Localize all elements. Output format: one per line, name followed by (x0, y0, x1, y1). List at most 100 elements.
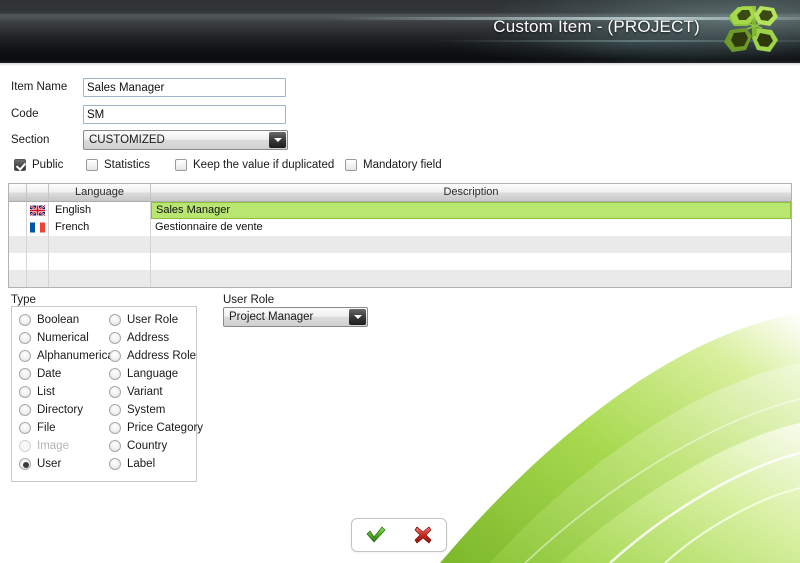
checkbox-mandatory-box[interactable] (345, 159, 357, 171)
radio-list-dot[interactable] (19, 386, 31, 398)
radio-address-role-dot[interactable] (109, 350, 121, 362)
user-role-dropdown[interactable]: Project Manager (223, 307, 368, 327)
radio-boolean[interactable]: Boolean (19, 311, 79, 329)
radio-system-label: System (127, 404, 166, 416)
row-description[interactable] (151, 253, 791, 270)
row-selector-cell[interactable] (9, 202, 27, 219)
radio-alphanumerical-dot[interactable] (19, 350, 31, 362)
radio-address-dot[interactable] (109, 332, 121, 344)
radio-user-dot[interactable] (19, 458, 31, 470)
table-header-row: Language Description (9, 184, 791, 202)
title-bar: Custom Item - (PROJECT) (0, 0, 800, 63)
row-description[interactable] (151, 236, 791, 253)
radio-address-role[interactable]: Address Role (109, 347, 196, 365)
radio-language-dot[interactable] (109, 368, 121, 380)
radio-system-dot[interactable] (109, 404, 121, 416)
radio-file-dot[interactable] (19, 422, 31, 434)
radio-directory-label: Directory (37, 404, 84, 416)
uk-flag-icon (27, 202, 49, 219)
table-row[interactable]: English Sales Manager (9, 202, 791, 219)
item-name-label: Item Name (11, 81, 68, 93)
checkbox-public-box[interactable] (14, 159, 26, 171)
radio-system[interactable]: System (109, 401, 165, 419)
table-row[interactable] (9, 253, 791, 270)
row-selector-cell[interactable] (9, 219, 27, 236)
row-description[interactable]: Gestionnaire de vente (151, 219, 791, 236)
radio-numerical-dot[interactable] (19, 332, 31, 344)
section-dropdown-value: CUSTOMIZED (89, 134, 165, 146)
radio-date[interactable]: Date (19, 365, 61, 383)
row-description-selected[interactable]: Sales Manager (151, 202, 791, 219)
checkbox-statistics-label: Statistics (104, 159, 151, 171)
item-name-input[interactable] (83, 78, 286, 97)
row-selector-cell[interactable] (9, 270, 27, 287)
row-selector-cell[interactable] (9, 236, 27, 253)
chevron-down-icon (273, 138, 282, 142)
chevron-down-icon (353, 315, 362, 319)
radio-country-label: Country (127, 440, 168, 452)
checkbox-mandatory-field[interactable]: Mandatory field (345, 156, 442, 174)
radio-boolean-label: Boolean (37, 314, 80, 326)
checkbox-statistics[interactable]: Statistics (86, 156, 150, 174)
radio-file[interactable]: File (19, 419, 56, 437)
radio-variant[interactable]: Variant (109, 383, 163, 401)
code-row: Code (0, 105, 300, 125)
page-title: Custom Item - (PROJECT) (493, 17, 700, 36)
table-body: English Sales Manager French Gestionnair… (9, 202, 791, 287)
radio-user[interactable]: User (19, 455, 61, 473)
radio-country[interactable]: Country (109, 437, 167, 455)
radio-language-label: Language (127, 368, 179, 380)
radio-address[interactable]: Address (109, 329, 169, 347)
checkbox-public-label: Public (32, 159, 64, 171)
radio-price-category[interactable]: Price Category (109, 419, 203, 437)
code-label: Code (11, 108, 39, 120)
table-row[interactable] (9, 236, 791, 253)
row-language: English (49, 202, 151, 219)
checkbox-statistics-box[interactable] (86, 159, 98, 171)
radio-list[interactable]: List (19, 383, 55, 401)
confirm-button[interactable] (361, 522, 391, 548)
radio-label-dot[interactable] (109, 458, 121, 470)
row-language: French (49, 219, 151, 236)
row-flag-cell (27, 270, 49, 287)
radio-user-role-dot[interactable] (109, 314, 121, 326)
radio-date-dot[interactable] (19, 368, 31, 380)
user-role-dropdown-toggle[interactable] (349, 309, 366, 325)
radio-variant-dot[interactable] (109, 386, 121, 398)
radio-alphanumerical-label: Alphanumerical (37, 350, 117, 362)
table-header-description[interactable]: Description (151, 184, 791, 201)
code-input[interactable] (83, 105, 286, 124)
row-description[interactable] (151, 270, 791, 287)
radio-language[interactable]: Language (109, 365, 178, 383)
radio-label[interactable]: Label (109, 455, 155, 473)
user-role-label: User Role (223, 294, 275, 306)
user-role-dropdown-value: Project Manager (229, 311, 314, 323)
cancel-button[interactable] (408, 522, 438, 548)
custom-item-dialog: Custom Item - (PROJECT) Item Name Sales … (0, 0, 800, 563)
section-dropdown-toggle[interactable] (269, 132, 286, 148)
radio-alphanumerical[interactable]: Alphanumerical (19, 347, 116, 365)
checkbox-keep-value-if-duplicated[interactable]: Keep the value if duplicated (175, 156, 334, 174)
action-button-bar (351, 518, 447, 552)
radio-directory-dot[interactable] (19, 404, 31, 416)
table-row[interactable] (9, 270, 791, 287)
radio-price-category-dot[interactable] (109, 422, 121, 434)
radio-date-label: Date (37, 368, 62, 380)
radio-directory[interactable]: Directory (19, 401, 83, 419)
table-header-language[interactable]: Language (49, 184, 151, 201)
checkbox-keep-value-box[interactable] (175, 159, 187, 171)
checkbox-public[interactable]: Public (14, 156, 63, 174)
radio-user-role[interactable]: User Role (109, 311, 178, 329)
radio-boolean-dot[interactable] (19, 314, 31, 326)
radio-label-label: Label (127, 458, 156, 470)
table-row[interactable]: French Gestionnaire de vente (9, 219, 791, 236)
radio-image-dot (19, 440, 31, 452)
section-dropdown[interactable]: CUSTOMIZED (83, 130, 288, 150)
header-divider (0, 63, 800, 66)
radio-numerical[interactable]: Numerical (19, 329, 89, 347)
radio-country-dot[interactable] (109, 440, 121, 452)
type-group-box: Boolean Numerical Alphanumerical Date Li… (11, 306, 203, 482)
row-selector-cell[interactable] (9, 253, 27, 270)
section-row: Section CUSTOMIZED (0, 130, 300, 151)
translations-table: Language Description English Sales Manag… (8, 183, 792, 288)
